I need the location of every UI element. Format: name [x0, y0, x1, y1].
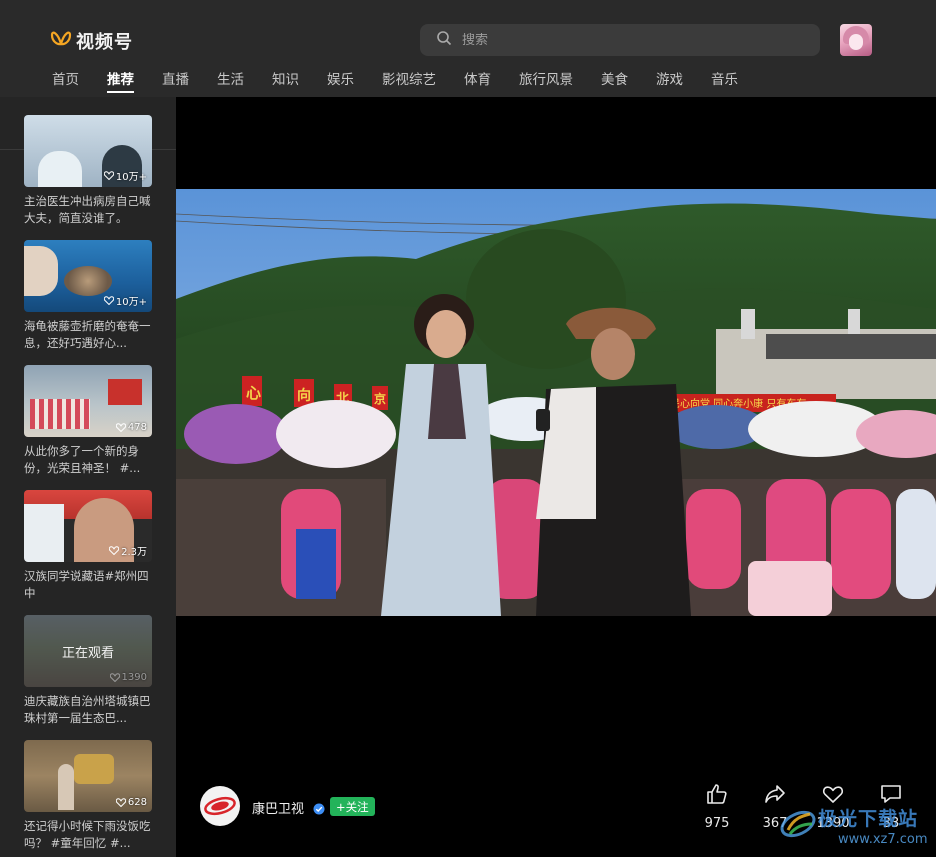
recommend-sidebar: 推荐 10万+ 主治医生冲出病房自己喊大夫，简直没谁了。 10万+ 海龟被藤壶折…	[0, 97, 176, 857]
channel-avatar[interactable]	[200, 786, 240, 826]
like-action[interactable]: 975	[697, 782, 737, 831]
tab-food[interactable]: 美食	[601, 68, 628, 95]
banner-char: 心	[246, 384, 261, 402]
like-count: 628	[115, 797, 147, 808]
app-name: 视频号	[76, 32, 133, 53]
like-count: 2.3万	[109, 543, 147, 558]
tab-knowledge[interactable]: 知识	[272, 68, 299, 95]
app-logo[interactable]: 视频号	[50, 28, 133, 54]
verified-badge-icon	[313, 800, 325, 815]
follow-button[interactable]: +关注	[330, 797, 375, 816]
video-card[interactable]: 10万+ 主治医生冲出病房自己喊大夫，简直没谁了。	[24, 115, 152, 227]
video-card-current[interactable]: 正在观看 1390 迪庆藏族自治州塔城镇巴珠村第一届生态巴...	[24, 615, 152, 727]
video-card-title[interactable]: 海龟被藤壶折磨的奄奄一息，还好巧遇好心...	[24, 318, 152, 352]
tab-music[interactable]: 音乐	[711, 68, 738, 95]
heart-icon	[115, 423, 126, 432]
tab-home[interactable]: 首页	[52, 68, 79, 95]
video-thumbnail[interactable]: 628	[24, 740, 152, 812]
user-avatar[interactable]	[840, 24, 872, 56]
channel-name[interactable]: 康巴卫视	[252, 798, 304, 817]
tab-film-variety[interactable]: 影视综艺	[382, 68, 436, 95]
video-card-title[interactable]: 从此你多了一个新的身份，光荣且神圣！ #...	[24, 443, 152, 477]
heart-icon	[115, 798, 126, 807]
search-input[interactable]	[462, 32, 802, 48]
like-count: 10万+	[103, 293, 147, 308]
like-count: 1390	[109, 672, 147, 683]
tab-sports[interactable]: 体育	[464, 68, 491, 95]
top-header: 视频号 首页 推荐 直播 生活 知识 娱乐 影视综艺 体育 旅行风景 美食 游戏…	[0, 0, 936, 97]
search-icon	[436, 30, 452, 50]
video-thumbnail[interactable]: 478	[24, 365, 152, 437]
like-count: 975	[704, 816, 730, 831]
video-card[interactable]: 10万+ 海龟被藤壶折磨的奄奄一息，还好巧遇好心...	[24, 240, 152, 352]
video-card-title[interactable]: 汉族同学说藏语#郑州四中	[24, 568, 152, 602]
video-thumbnail[interactable]: 2.3万	[24, 490, 152, 562]
search-bar[interactable]	[420, 24, 820, 56]
heart-icon	[109, 673, 120, 682]
tab-games[interactable]: 游戏	[656, 68, 683, 95]
like-count: 10万+	[103, 168, 147, 183]
watermark-title: 极光下载站	[818, 808, 919, 830]
video-thumbnail[interactable]: 10万+	[24, 115, 152, 187]
tab-entertainment[interactable]: 娱乐	[327, 68, 354, 95]
video-frame: 心 向 北 京 民心向党 同心奔小康 只有东有 ...	[176, 189, 936, 616]
like-count: 478	[115, 422, 147, 433]
heart-icon	[103, 296, 114, 305]
video-card[interactable]: 2.3万 汉族同学说藏语#郑州四中	[24, 490, 152, 602]
heart-icon	[109, 546, 120, 555]
banner-char: 京	[374, 391, 386, 406]
tab-travel[interactable]: 旅行风景	[519, 68, 573, 95]
watermark-url: www.xz7.com	[838, 832, 928, 847]
video-thumbnail[interactable]: 10万+	[24, 240, 152, 312]
watermark-logo-icon	[780, 810, 816, 838]
tab-recommended[interactable]: 推荐	[107, 68, 134, 95]
video-player[interactable]: 心 向 北 京 民心向党 同心奔小康 只有东有 ...	[176, 189, 936, 616]
category-tabs: 首页 推荐 直播 生活 知识 娱乐 影视综艺 体育 旅行风景 美食 游戏 音乐	[52, 68, 766, 95]
video-thumbnail[interactable]: 正在观看 1390	[24, 615, 152, 687]
video-card-title[interactable]: 还记得小时候下雨没饭吃吗？ #童年回忆 #...	[24, 818, 152, 852]
tab-life[interactable]: 生活	[217, 68, 244, 95]
banner-char: 向	[297, 387, 311, 404]
tab-live[interactable]: 直播	[162, 68, 189, 95]
video-card[interactable]: 478 从此你多了一个新的身份，光荣且神圣！ #...	[24, 365, 152, 477]
channels-butterfly-icon	[50, 29, 72, 53]
site-watermark: 极光下载站 www.xz7.com	[778, 800, 934, 850]
video-card-title[interactable]: 迪庆藏族自治州塔城镇巴珠村第一届生态巴...	[24, 693, 152, 727]
video-card-title[interactable]: 主治医生冲出病房自己喊大夫，简直没谁了。	[24, 193, 152, 227]
heart-icon	[103, 171, 114, 180]
video-card[interactable]: 628 还记得小时候下雨没饭吃吗？ #童年回忆 #...	[24, 740, 152, 852]
thumbs-up-icon[interactable]	[705, 784, 729, 810]
